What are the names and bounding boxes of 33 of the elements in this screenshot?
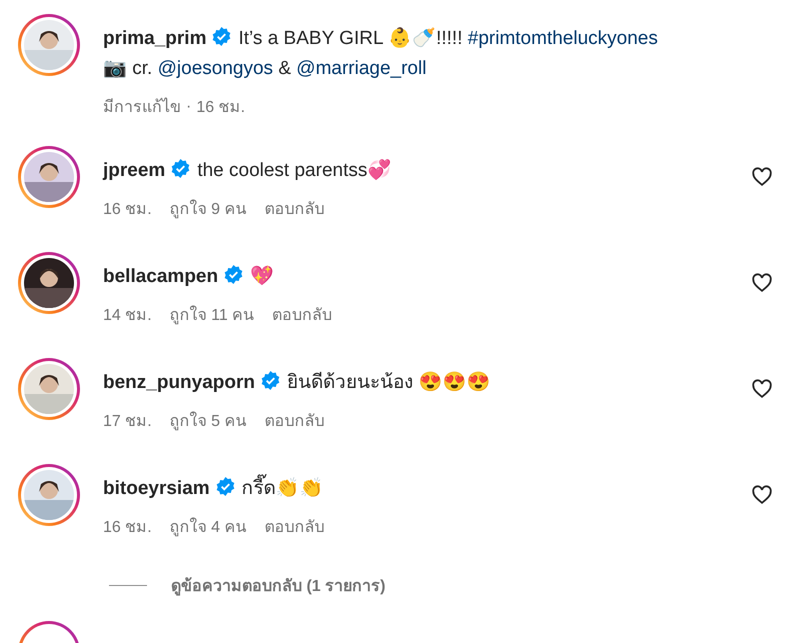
caption-text: 📷 cr. @joesongyos & @marriage_roll: [103, 58, 426, 79]
reply-button[interactable]: ตอบกลับ: [264, 196, 324, 221]
likes-count-link[interactable]: ถูกใจ 9 คน: [170, 196, 246, 221]
timestamp: 16 ชม.: [196, 98, 246, 118]
timestamp: 16 ชม.: [103, 518, 152, 538]
likes-count-link[interactable]: ถูกใจ 11 คน: [170, 302, 254, 327]
comment-text: 💖: [250, 266, 274, 287]
heart-icon[interactable]: [751, 484, 773, 506]
separator: ·: [186, 98, 192, 116]
timestamp: 16 ชม.: [103, 200, 152, 220]
heart-icon[interactable]: [751, 272, 773, 294]
timestamp: 17 ชม.: [103, 412, 152, 432]
username-link[interactable]: bitoeyrsiam: [103, 478, 210, 499]
username-link[interactable]: jpreem: [103, 160, 166, 181]
link[interactable]: @joesongyos: [158, 58, 274, 79]
heart-icon[interactable]: [751, 378, 773, 400]
likes-count-link[interactable]: ถูกใจ 5 คน: [170, 408, 246, 433]
caption-text: It’s a BABY GIRL 👶🍼!!!!! #primtomtheluckyones: [238, 28, 658, 49]
link[interactable]: #primtomtheluckyones: [468, 28, 658, 49]
view-replies-button[interactable]: ดูข้อความตอบกลับ (1 รายการ): [171, 573, 386, 598]
username-link[interactable]: prima_prim: [103, 28, 206, 49]
reply-button[interactable]: ตอบกลับ: [264, 514, 324, 539]
comment-text: ยินดีด้วยนะน้อง 😍😍😍: [287, 372, 490, 393]
username-link[interactable]: benz_punyaporn: [103, 372, 256, 393]
reply-button[interactable]: ตอบกลับ: [272, 302, 332, 327]
likes-count-link[interactable]: ถูกใจ 4 คน: [170, 514, 246, 539]
username-link[interactable]: bellacampen: [103, 266, 218, 287]
comment-text: the coolest parentss💞: [197, 160, 392, 181]
edited-label: มีการแก้ไข: [103, 96, 181, 118]
reply-button[interactable]: ตอบกลับ: [264, 408, 324, 433]
timestamp: 14 ชม.: [103, 306, 152, 326]
heart-icon[interactable]: [751, 166, 773, 188]
link[interactable]: @marriage_roll: [296, 58, 426, 79]
